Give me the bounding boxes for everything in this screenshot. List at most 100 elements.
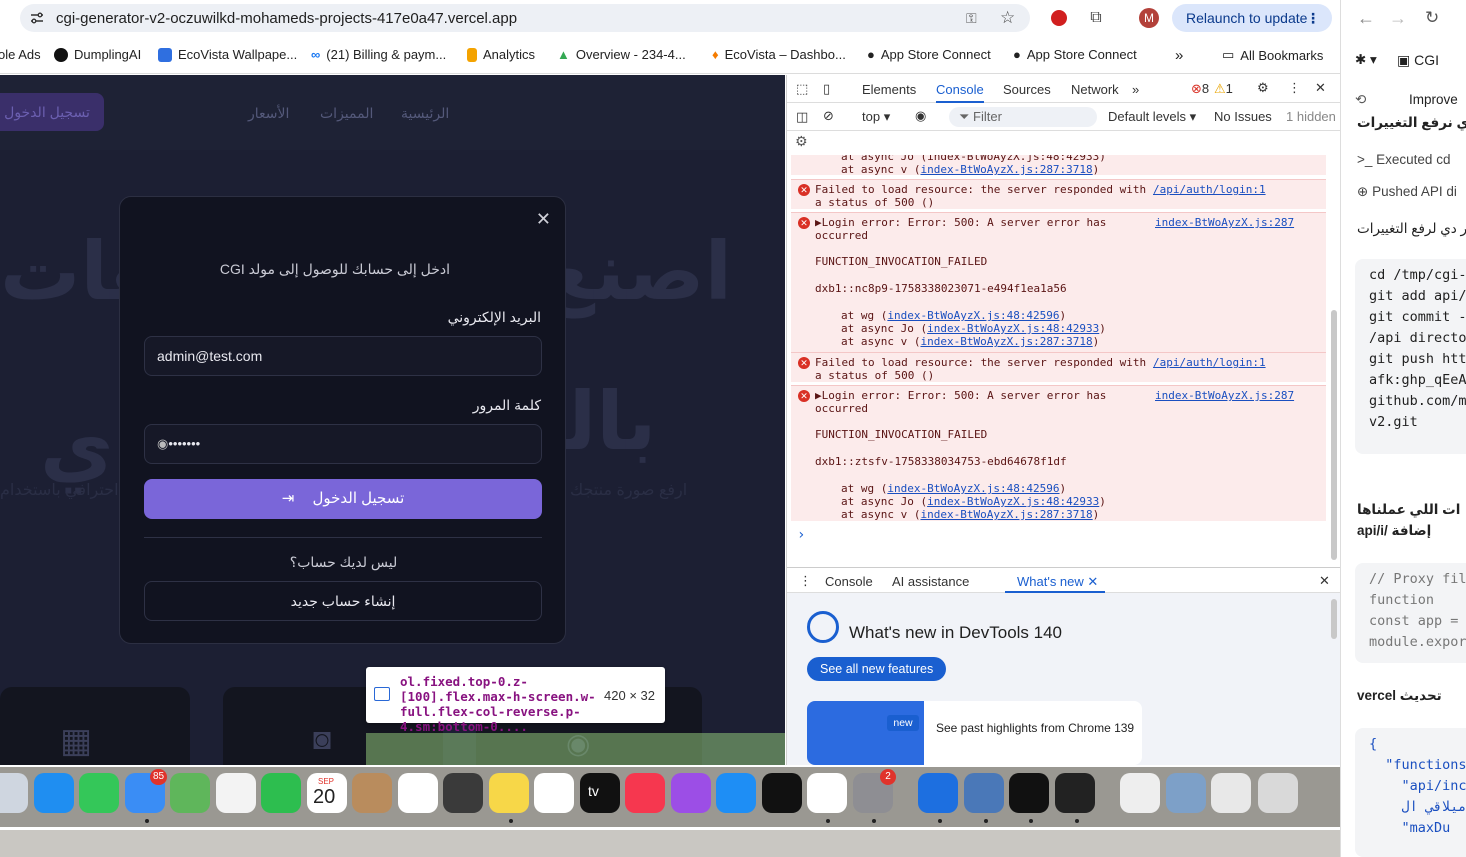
context-select[interactable]: top ▾ [862,109,890,125]
password-field[interactable]: ◉••••••• [144,424,542,464]
source-link[interactable]: index-BtWoAyzX.js:287:3718 [920,335,1092,348]
sidebar-toggle-icon[interactable]: ◫ [796,109,808,125]
all-bookmarks[interactable]: ▭ All Bookmarks [1222,47,1323,63]
bookmark-item[interactable]: DumplingAI [54,47,141,62]
launchpad-icon[interactable] [0,773,28,813]
terminal-icon[interactable] [1055,773,1095,813]
drawer-tab-console[interactable]: Console [825,574,873,589]
forward-icon[interactable]: → [1389,8,1407,29]
appstore-icon[interactable] [716,773,756,813]
reminders-icon[interactable] [398,773,438,813]
close-drawer-icon[interactable]: ✕ [1319,573,1330,589]
more-bookmarks-chevron[interactable]: » [1175,47,1183,64]
podcasts-icon[interactable] [671,773,711,813]
reload-icon[interactable]: ↻ [1425,8,1439,28]
tab-network[interactable]: Network [1071,82,1119,97]
freeform-icon[interactable] [534,773,574,813]
source-link[interactable]: index-BtWoAyzX.js:48:42596 [887,309,1059,322]
close-devtools-icon[interactable]: ✕ [1315,80,1326,96]
pushed-line[interactable]: ⊕ Pushed API di [1357,184,1457,200]
history-icon[interactable]: ⟲ [1355,92,1366,108]
safari-icon[interactable] [34,773,74,813]
menu-dots-icon[interactable]: ⋮ [1306,4,1320,32]
source-link[interactable]: index-BtWoAyzX.js:287 [1155,216,1294,229]
folder-image-icon[interactable] [1166,773,1206,813]
notes-icon[interactable] [489,773,529,813]
login-button[interactable]: تسجيل الدخول ⇥ [144,479,542,519]
back-icon[interactable]: ← [1357,8,1375,29]
devtools-menu-icon[interactable]: ⋮ [1288,80,1301,96]
chrome-icon[interactable] [807,773,847,813]
eye-icon[interactable]: ◉ [157,436,168,451]
error-text[interactable]: ▶Login error: Error: 500: A server error… [815,389,1106,402]
issues-count[interactable]: No Issues [1214,109,1272,124]
relaunch-update-button[interactable]: Relaunch to update ⋮ [1172,4,1332,32]
bookmark-item[interactable]: ∞ (21) Billing & paym... [311,47,446,62]
trash-icon[interactable] [1258,773,1298,813]
capcut-icon[interactable] [1009,773,1049,813]
nav-login-button[interactable]: تسجيل الدخول [0,93,104,131]
drawer-tab-ai-assistance[interactable]: AI assistance [892,574,969,589]
nav-pricing[interactable]: الأسعار [248,105,289,122]
levels-dropdown[interactable]: Default levels ▾ [1108,109,1196,125]
bookmark-item[interactable]: EcoVista Wallpape... [158,47,297,62]
source-link[interactable]: index-BtWoAyzX.js:48:42933 [927,495,1099,508]
messages-icon[interactable] [79,773,119,813]
music-icon[interactable] [625,773,665,813]
source-link[interactable]: index-BtWoAyzX.js:287 [1155,389,1294,402]
nav-features[interactable]: المميزات [320,105,373,122]
console-scrollbar[interactable] [1331,310,1337,560]
file-icon[interactable] [1211,773,1251,813]
tab-elements[interactable]: Elements [862,82,916,97]
extensions-puzzle-icon[interactable]: ⧉ [1085,7,1107,29]
device-toolbar-icon[interactable]: ▯ [823,81,830,97]
password-key-icon[interactable]: ⚿ [966,10,977,27]
inspect-element-icon[interactable]: ⬚ [796,81,808,97]
whats-new-scrollbar[interactable] [1331,599,1337,639]
filter-input[interactable]: ⏷ Filter [949,107,1097,127]
console-prompt[interactable]: › [797,528,805,542]
error-count[interactable]: ⊗8 [1191,81,1209,97]
screenshot-icon[interactable] [443,773,483,813]
profile-avatar[interactable]: M [1139,8,1159,28]
site-settings-icon[interactable] [30,11,44,25]
photos-icon[interactable] [216,773,256,813]
source-link[interactable]: index-BtWoAyzX.js:48:42933 [927,322,1099,335]
settings-gear-icon[interactable]: ⚙ [1257,80,1269,96]
contacts-icon[interactable] [352,773,392,813]
tab-console[interactable]: Console [936,82,984,103]
clock-icon[interactable] [762,773,802,813]
source-link[interactable]: /api/auth/login:1 [1153,356,1266,369]
adblock-extension-icon[interactable] [1048,7,1070,29]
tab-sources[interactable]: Sources [1003,82,1051,97]
facetime-icon[interactable] [261,773,301,813]
archive-icon[interactable] [1120,773,1160,813]
live-expression-eye-icon[interactable]: ◉ [915,108,926,124]
email-field[interactable]: admin@test.com [144,336,542,376]
create-account-button[interactable]: إنشاء حساب جديد [144,581,542,621]
source-link[interactable]: index-BtWoAyzX.js:287:3718 [920,508,1092,521]
preview-icon[interactable] [964,773,1004,813]
tv-icon[interactable] [580,773,620,813]
close-icon[interactable]: ✕ [536,209,551,230]
see-all-features-button[interactable]: See all new features [807,657,947,681]
error-text[interactable]: ▶Login error: Error: 500: A server error… [815,216,1106,229]
past-highlights-card[interactable]: new See past highlights from Chrome 139 [807,701,1142,765]
side-title[interactable]: ▣ CGI [1397,52,1439,69]
clear-console-icon[interactable]: ⊘ [823,108,834,124]
executed-line[interactable]: >_ Executed cd [1357,152,1450,167]
warning-count[interactable]: ⚠1 [1214,81,1233,97]
bookmark-star-icon[interactable]: ☆ [1000,8,1015,28]
bookmark-item[interactable]: ● App Store Connect [867,47,991,62]
console-settings-icon[interactable]: ⚙ [795,133,808,150]
bookmark-item[interactable]: ▲ Overview - 234-4... [557,47,686,62]
source-link[interactable]: /api/auth/login:1 [1153,183,1266,196]
bookmark-item[interactable]: Analytics [467,47,535,62]
more-tabs-icon[interactable]: » [1132,82,1139,97]
source-link[interactable]: index-BtWoAyzX.js:287:3718 [920,163,1092,176]
drawer-menu-icon[interactable]: ⋮ [799,573,812,589]
xcode-icon[interactable] [918,773,958,813]
side-app-icon[interactable]: ✱ ▾ [1355,52,1377,68]
source-link[interactable]: index-BtWoAyzX.js:48:42596 [887,482,1059,495]
maps-icon[interactable] [170,773,210,813]
